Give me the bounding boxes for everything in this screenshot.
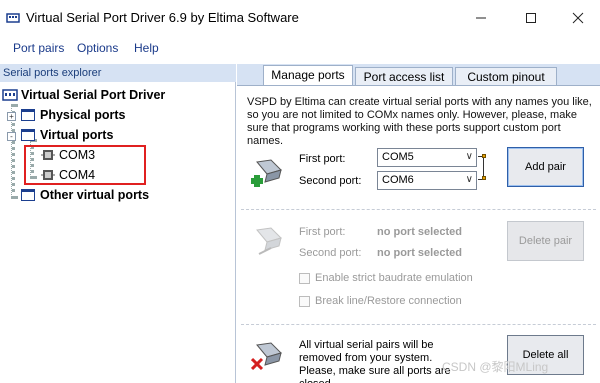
break-line-checkbox[interactable]: Break line/Restore connection	[299, 295, 462, 307]
tab-port-access-list[interactable]: Port access list	[355, 67, 453, 85]
close-icon	[572, 12, 584, 24]
tab-strip: Manage ports Port access list Custom pin…	[237, 64, 600, 86]
maximize-button[interactable]	[508, 6, 554, 30]
title-bar: Virtual Serial Port Driver 6.9 by Eltima…	[0, 0, 600, 36]
folder-icon	[21, 189, 35, 201]
first-port-value: COM5	[382, 151, 414, 163]
chevron-down-icon: ∨	[465, 174, 473, 185]
manage-panel: Manage ports Port access list Custom pin…	[237, 64, 600, 383]
menu-port-pairs[interactable]: Port pairs	[13, 41, 64, 55]
add-pair-button[interactable]: Add pair	[507, 147, 584, 187]
checkbox-box	[299, 295, 310, 307]
collapse-virtual-ports-icon[interactable]: -	[7, 132, 16, 141]
section-divider	[241, 324, 596, 325]
folder-icon	[21, 109, 35, 121]
tab-manage-ports[interactable]: Manage ports	[263, 65, 353, 86]
second-port-select[interactable]: COM6 ∨	[377, 171, 477, 190]
section-divider	[241, 209, 596, 210]
first-port-select[interactable]: COM5 ∨	[377, 148, 477, 167]
delete-plug-icon	[256, 227, 282, 255]
first-port-label: First port:	[299, 226, 346, 238]
tab-custom-pinout[interactable]: Custom pinout	[455, 67, 557, 85]
menu-bar: Port pairs Options Help	[0, 36, 600, 62]
pair-connector-icon	[482, 176, 486, 180]
description-text: VSPD by Eltima can create virtual serial…	[247, 96, 592, 147]
first-port-label: First port:	[299, 153, 346, 165]
strict-baudrate-checkbox[interactable]: Enable strict baudrate emulation	[299, 272, 473, 284]
menu-options[interactable]: Options	[77, 41, 118, 55]
tree-item-label: Physical ports	[40, 108, 126, 122]
second-port-label: Second port:	[299, 175, 362, 187]
checkbox-box	[299, 272, 310, 284]
second-port-label: Second port:	[299, 247, 362, 259]
chevron-down-icon: ∨	[465, 151, 473, 162]
serial-port-driver-icon	[2, 89, 18, 101]
checkbox-label: Enable strict baudrate emulation	[315, 272, 473, 284]
explorer-header: Serial ports explorer	[0, 64, 236, 82]
tree-item-virtual-ports[interactable]: Virtual ports	[21, 128, 113, 142]
delete-all-plug-icon	[251, 342, 282, 371]
checkbox-label: Break line/Restore connection	[315, 295, 462, 307]
vspd-app-icon	[6, 13, 20, 23]
minimize-button[interactable]	[458, 6, 504, 30]
menu-help[interactable]: Help	[134, 41, 159, 55]
tree-item-label: Other virtual ports	[40, 188, 150, 202]
maximize-icon	[526, 13, 536, 23]
add-plug-icon	[251, 159, 282, 187]
pair-connector-icon	[482, 154, 486, 158]
tab-content: VSPD by Eltima can create virtual serial…	[237, 85, 600, 383]
watermark: CSDN @黎阳MLing	[442, 360, 549, 374]
tree-root[interactable]: Virtual Serial Port Driver	[2, 88, 165, 102]
tree-item-other-virtual-ports[interactable]: Other virtual ports	[21, 188, 149, 202]
tree-item-physical-ports[interactable]: Physical ports	[21, 108, 125, 122]
window-title: Virtual Serial Port Driver 6.9 by Eltima…	[26, 10, 299, 25]
tree-root-label: Virtual Serial Port Driver	[21, 88, 166, 102]
second-port-value: COM6	[382, 174, 414, 186]
highlight-annotation	[24, 145, 146, 185]
second-port-status: no port selected	[377, 247, 462, 259]
serial-ports-explorer: Serial ports explorer Virtual Serial Por…	[0, 64, 236, 383]
folder-icon	[21, 129, 35, 141]
first-port-status: no port selected	[377, 226, 462, 238]
tree-item-label: Virtual ports	[40, 128, 114, 142]
delete-pair-button[interactable]: Delete pair	[507, 221, 584, 261]
minimize-icon	[476, 17, 486, 19]
close-button[interactable]	[555, 6, 600, 30]
expand-physical-ports-icon[interactable]: +	[7, 112, 16, 121]
